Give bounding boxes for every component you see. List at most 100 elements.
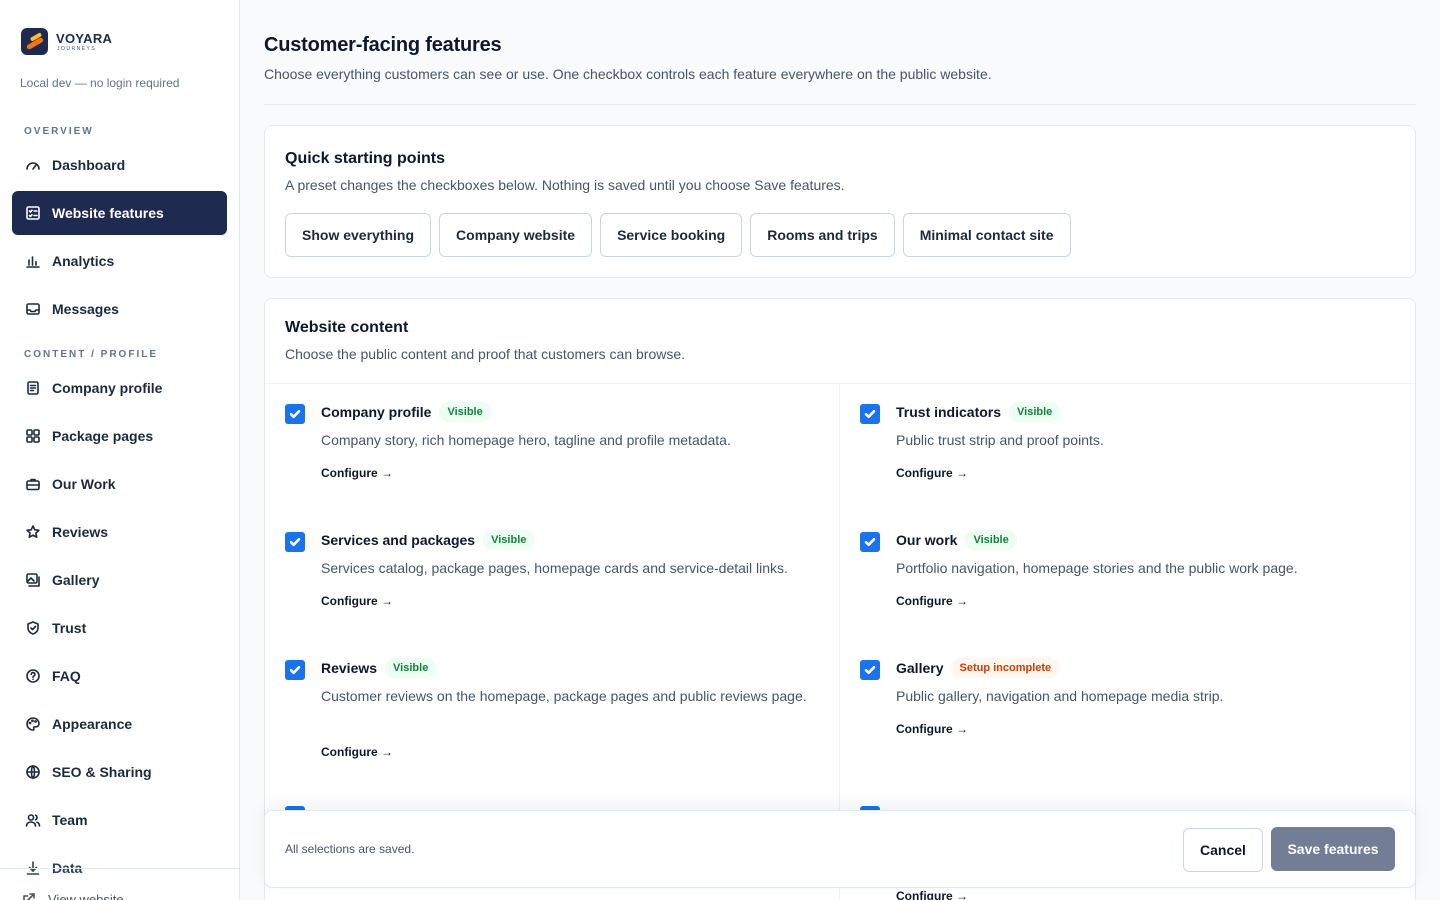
users-icon xyxy=(25,812,41,828)
feature-checkbox[interactable] xyxy=(860,660,880,680)
sidebar-item-label: Package pages xyxy=(52,428,154,444)
view-website-label: View website xyxy=(48,891,124,900)
feature-title-row: Reviews Visible xyxy=(321,658,437,678)
feature-description: Public trust strip and proof points. xyxy=(896,432,1104,448)
check-icon xyxy=(864,538,876,547)
feature-trust-indicators: Trust indicators Visible Public trust st… xyxy=(860,402,1400,502)
bar-chart-icon xyxy=(25,253,41,269)
feature-grid-divider xyxy=(265,383,1415,384)
feature-checkbox[interactable] xyxy=(285,404,305,424)
save-bar: All selections are saved. Cancel Save fe… xyxy=(264,810,1416,888)
website-content-title: Website content xyxy=(285,319,409,336)
configure-link[interactable]: Configure → xyxy=(896,594,968,608)
sidebar-item-messages[interactable]: Messages xyxy=(12,287,227,331)
feature-checkbox[interactable] xyxy=(285,660,305,680)
view-website-link[interactable]: View website xyxy=(8,879,223,900)
sidebar-item-reviews[interactable]: Reviews xyxy=(12,510,227,554)
configure-link[interactable]: Configure → xyxy=(896,889,968,900)
feature-company-profile: Company profile Visible Company story, r… xyxy=(285,402,825,502)
feature-checkbox[interactable] xyxy=(285,532,305,552)
preset-show-everything-button[interactable]: Show everything xyxy=(285,213,432,257)
brand-logo[interactable]: VOYARA JOURNEYS xyxy=(21,28,112,55)
sidebar-item-label: FAQ xyxy=(52,668,81,684)
sidebar-item-label: Gallery xyxy=(52,572,100,588)
feature-description: Services catalog, package pages, homepag… xyxy=(321,560,788,576)
configure-link[interactable]: Configure → xyxy=(321,594,393,608)
preset-service-booking-button[interactable]: Service booking xyxy=(600,213,743,257)
feature-title-row: Our work Visible xyxy=(896,530,1017,550)
website-content-subtitle: Choose the public content and proof that… xyxy=(285,346,686,362)
help-circle-icon xyxy=(25,668,41,684)
sidebar-item-label: Company profile xyxy=(52,380,163,396)
sidebar-item-appearance[interactable]: Appearance xyxy=(12,702,227,746)
sidebar-item-label: Appearance xyxy=(52,716,133,732)
sidebar-item-package-pages[interactable]: Package pages xyxy=(12,414,227,458)
sidebar-item-company-profile[interactable]: Company profile xyxy=(12,366,227,410)
sidebar-item-label: Messages xyxy=(52,301,119,317)
preset-buttons: Show everything Company website Service … xyxy=(285,213,1071,257)
check-icon xyxy=(289,666,301,675)
presets-subtitle: A preset changes the checkboxes below. N… xyxy=(285,177,845,193)
images-icon xyxy=(25,572,41,588)
sidebar-item-dashboard[interactable]: Dashboard xyxy=(12,143,227,187)
check-icon xyxy=(289,538,301,547)
feature-title: Company profile xyxy=(321,404,432,420)
feature-title: Gallery xyxy=(896,660,944,676)
feature-title-row: Gallery Setup incomplete xyxy=(896,658,1060,678)
save-status-text: All selections are saved. xyxy=(285,842,415,856)
feature-title: Reviews xyxy=(321,660,378,676)
feature-title-row: Services and packages Visible xyxy=(321,530,535,550)
sidebar-item-website-features[interactable]: Website features xyxy=(12,191,227,235)
check-icon xyxy=(864,410,876,419)
status-badge: Visible xyxy=(1009,402,1061,422)
preset-minimal-contact-site-button[interactable]: Minimal contact site xyxy=(902,213,1071,257)
palette-icon xyxy=(25,716,41,732)
sidebar-item-our-work[interactable]: Our Work xyxy=(12,462,227,506)
configure-link[interactable]: Configure → xyxy=(896,466,968,480)
configure-link[interactable]: Configure → xyxy=(896,722,968,736)
feature-description: Company story, rich homepage hero, tagli… xyxy=(321,432,731,448)
sidebar-item-team[interactable]: Team xyxy=(12,798,227,842)
preset-rooms-and-trips-button[interactable]: Rooms and trips xyxy=(750,213,895,257)
feature-description: Customer reviews on the homepage, packag… xyxy=(321,688,807,704)
feature-checkbox[interactable] xyxy=(860,404,880,424)
save-features-button[interactable]: Save features xyxy=(1271,827,1395,871)
sidebar-item-analytics[interactable]: Analytics xyxy=(12,239,227,283)
feature-description: Public gallery, navigation and homepage … xyxy=(896,688,1224,704)
status-badge: Visible xyxy=(483,530,535,550)
feature-title: Our work xyxy=(896,532,958,548)
main-content: Customer-facing features Choose everythi… xyxy=(240,0,1440,900)
feature-checkbox[interactable] xyxy=(860,532,880,552)
sidebar-item-faq[interactable]: FAQ xyxy=(12,654,227,698)
nav-heading-overview: OVERVIEW xyxy=(24,126,94,137)
feature-services-and-packages: Services and packages Visible Services c… xyxy=(285,530,825,630)
sidebar-item-label: Trust xyxy=(52,620,87,636)
configure-link[interactable]: Configure → xyxy=(321,745,393,759)
sidebar: VOYARA JOURNEYS Local dev — no login req… xyxy=(0,0,240,900)
check-icon xyxy=(864,666,876,675)
sidebar-item-seo-sharing[interactable]: SEO & Sharing xyxy=(12,750,227,794)
sidebar-item-label: Analytics xyxy=(52,253,115,269)
feature-gallery: Gallery Setup incomplete Public gallery,… xyxy=(860,658,1400,758)
local-dev-note: Local dev — no login required xyxy=(20,76,180,90)
external-link-icon xyxy=(21,891,37,900)
cancel-button[interactable]: Cancel xyxy=(1183,828,1263,872)
check-icon xyxy=(289,410,301,419)
page-subtitle: Choose everything customers can see or u… xyxy=(264,66,992,82)
configure-link[interactable]: Configure → xyxy=(321,466,393,480)
feature-title-row: Trust indicators Visible xyxy=(896,402,1061,422)
shield-icon xyxy=(25,620,41,636)
star-icon xyxy=(25,524,41,540)
feature-description: Portfolio navigation, homepage stories a… xyxy=(896,560,1298,576)
status-badge: Visible xyxy=(385,658,437,678)
brand-name: VOYARA xyxy=(56,30,113,46)
sidebar-item-label: Our Work xyxy=(52,476,116,492)
preset-company-website-button[interactable]: Company website xyxy=(439,213,593,257)
feature-title: Trust indicators xyxy=(896,404,1002,420)
sidebar-footer: View website xyxy=(0,868,239,900)
sidebar-item-gallery[interactable]: Gallery xyxy=(12,558,227,602)
feature-reviews: Reviews Visible Customer reviews on the … xyxy=(285,658,825,768)
inbox-icon xyxy=(25,301,41,317)
sidebar-item-trust[interactable]: Trust xyxy=(12,606,227,650)
sidebar-item-label: SEO & Sharing xyxy=(52,764,152,780)
